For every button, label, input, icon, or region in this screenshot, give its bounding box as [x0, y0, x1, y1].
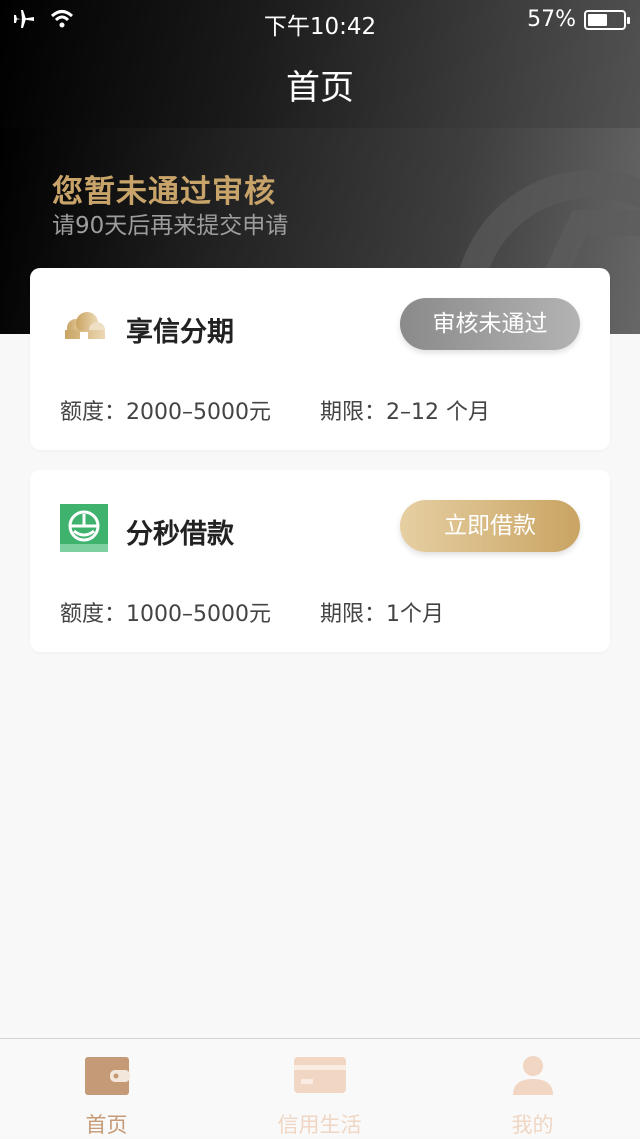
notice-title: 您暂未通过审核: [52, 174, 276, 210]
wallet-icon: [84, 1055, 130, 1101]
user-icon: [511, 1055, 555, 1101]
battery-percent: 57%: [527, 7, 576, 32]
page-title: 首页: [286, 68, 354, 108]
card-name: 享信分期: [126, 317, 234, 348]
tab-bar: 首页 信用生活 我的: [0, 1038, 640, 1137]
tab-label: 信用生活: [277, 1113, 362, 1137]
fenmiao-logo-icon: [60, 504, 108, 552]
card-meta: 额度：1000–5000元 期限：1个月: [60, 596, 444, 628]
battery-fill: [588, 13, 607, 26]
card-meta: 额度：2000–5000元 期限：2–12 个月: [60, 394, 490, 426]
card-term: 期限：2–12 个月: [320, 400, 490, 425]
tab-label: 我的: [511, 1113, 554, 1137]
tab-label: 首页: [85, 1113, 128, 1137]
loan-card-fenmiao[interactable]: 分秒借款 立即借款 额度：1000–5000元 期限：1个月: [30, 470, 610, 652]
cloud-logo-icon: [60, 302, 108, 350]
tab-mine[interactable]: 我的: [426, 1039, 639, 1137]
status-bar: 下午10:42 57%: [0, 0, 640, 40]
card-amount: 额度：2000–5000元: [60, 400, 271, 425]
card-icon: [293, 1055, 347, 1099]
review-failed-button[interactable]: 审核未通过: [400, 298, 580, 350]
battery-icon: [584, 9, 630, 30]
tab-credit-life[interactable]: 信用生活: [213, 1039, 426, 1137]
card-name: 分秒借款: [126, 519, 234, 550]
notice-subtitle: 请90天后再来提交申请: [52, 213, 289, 239]
status-right: 57%: [527, 7, 630, 32]
tab-home[interactable]: 首页: [0, 1039, 213, 1137]
card-term: 期限：1个月: [320, 602, 444, 627]
loan-card-xiangxin[interactable]: 享信分期 审核未通过 额度：2000–5000元 期限：2–12 个月: [30, 268, 610, 450]
borrow-now-button[interactable]: 立即借款: [400, 500, 580, 552]
card-amount: 额度：1000–5000元: [60, 602, 271, 627]
